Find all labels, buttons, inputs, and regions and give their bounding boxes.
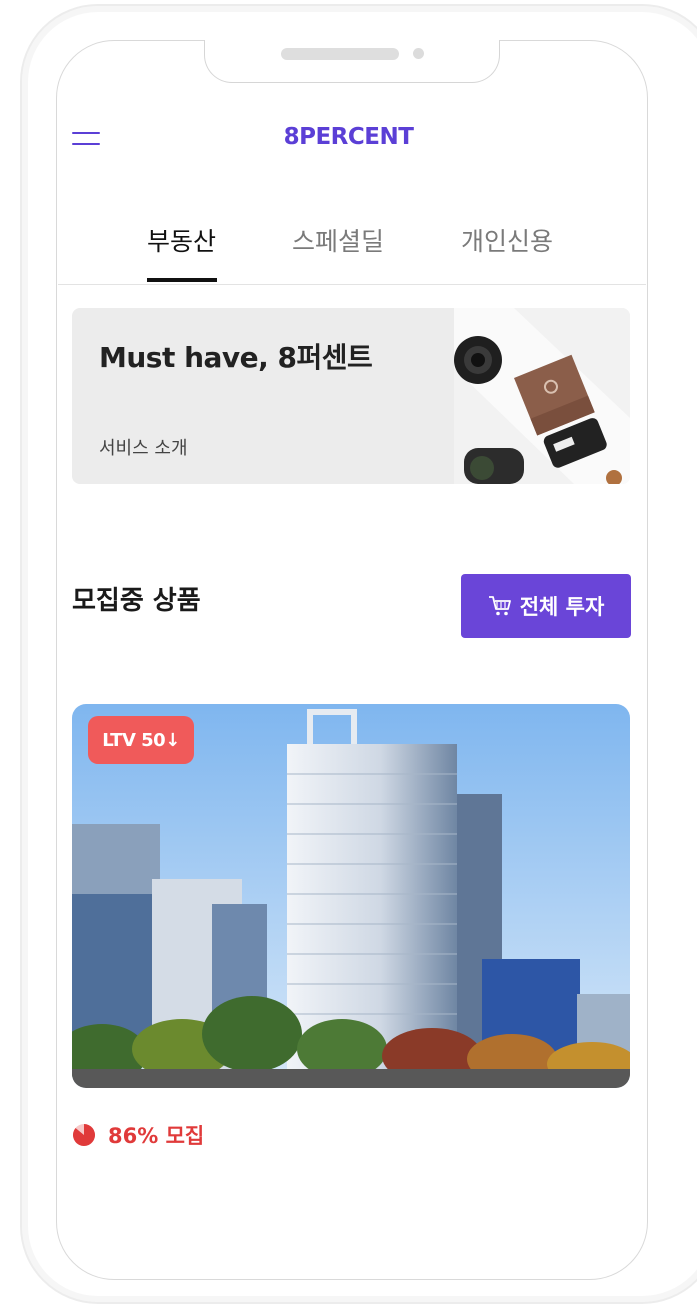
pie-progress-icon <box>72 1124 95 1146</box>
active-tab-indicator <box>147 278 217 282</box>
service-intro-banner[interactable]: Must have, 8퍼센트 서비스 소개 <box>72 308 630 484</box>
ltv-badge: LTV 50↓ <box>88 716 194 764</box>
invest-all-button[interactable]: 전체 투자 <box>461 574 631 638</box>
cart-icon <box>488 596 511 616</box>
banner-title: Must have, 8퍼센트 <box>99 341 373 374</box>
front-camera <box>413 48 424 59</box>
banner-subtitle: 서비스 소개 <box>99 438 188 459</box>
section-title: 모집중 상품 <box>72 586 201 616</box>
funding-progress-text: 86% 모집 <box>108 1124 205 1148</box>
tab-personal-credit[interactable]: 개인신용 <box>461 222 553 258</box>
banner-product-image <box>454 308 630 484</box>
funding-progress: 86% 모집 <box>72 1120 204 1150</box>
phone-notch <box>204 40 500 83</box>
tab-real-estate[interactable]: 부동산 <box>147 222 216 258</box>
tab-special-deal[interactable]: 스페셜딜 <box>292 222 384 258</box>
brand-logo[interactable]: 8PERCENT <box>0 124 697 150</box>
speaker-grille <box>281 48 399 60</box>
invest-all-label: 전체 투자 <box>519 595 605 619</box>
